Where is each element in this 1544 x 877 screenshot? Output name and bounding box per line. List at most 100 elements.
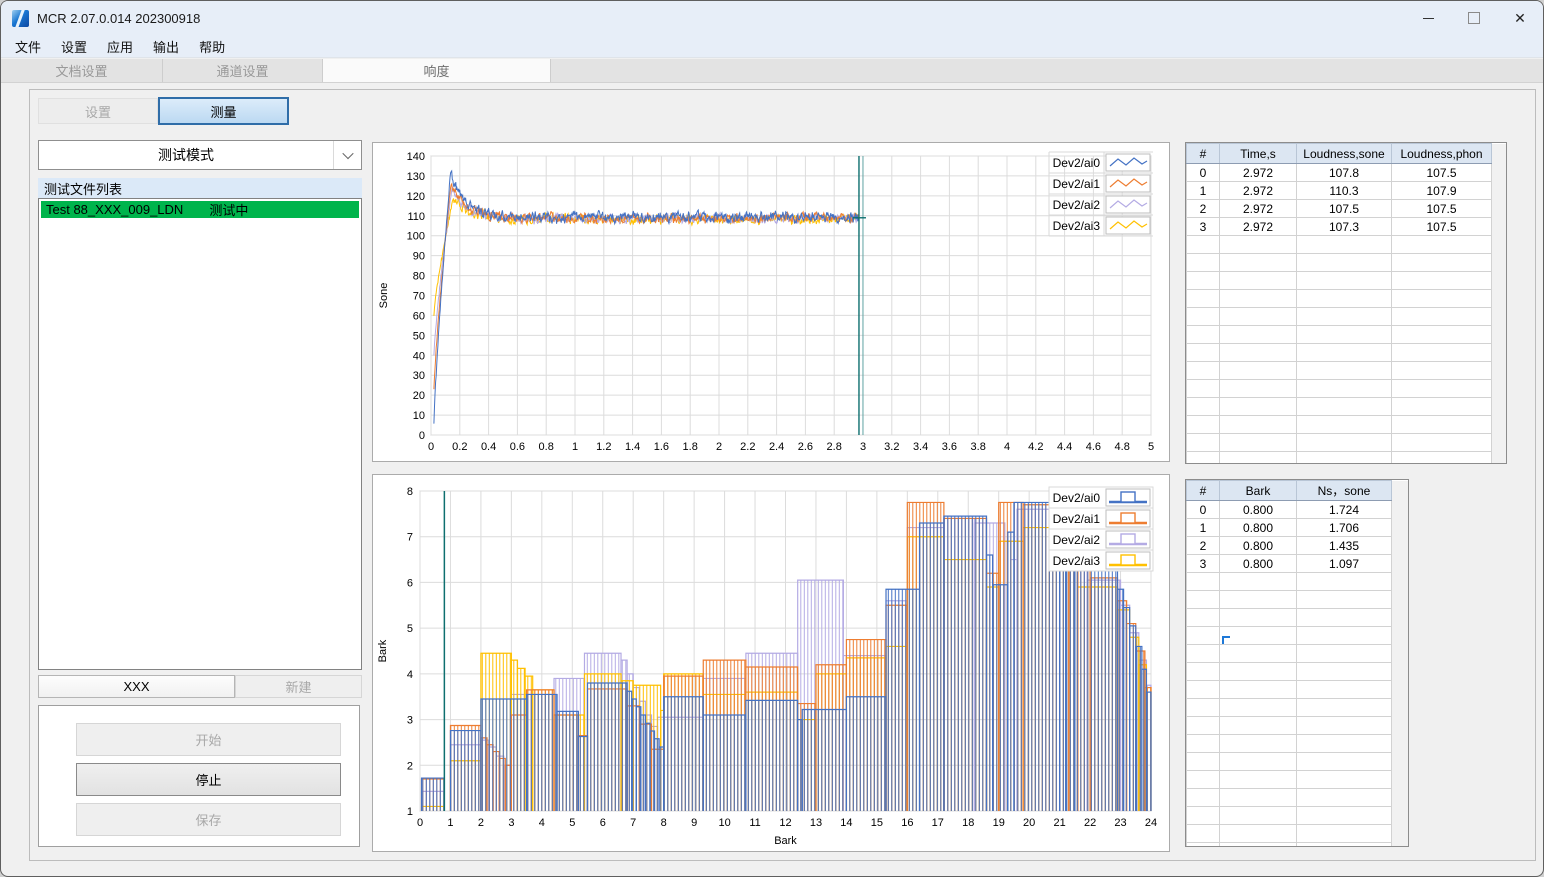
table-row[interactable]: 3 0.800 1.097: [1186, 554, 1408, 573]
stop-button[interactable]: 停止: [76, 763, 341, 796]
y-tick-label: 6: [407, 577, 413, 589]
loudness-table[interactable]: # Time,s Loudness,sone Loudness,phon 0 2.972 1…: [1185, 142, 1507, 464]
menu-item-4[interactable]: 帮助: [189, 35, 235, 57]
x-tick-label: 4.6: [1086, 441, 1101, 453]
table-cell: 107.5: [1391, 199, 1492, 218]
table-row[interactable]: 1 2.972 110.3 107.9: [1186, 181, 1506, 200]
table-row[interactable]: 0 2.972 107.8 107.5: [1186, 163, 1506, 182]
x-tick-label: 6: [600, 817, 606, 829]
column-header[interactable]: Loudness,sone: [1296, 143, 1392, 164]
table-row-empty: [1186, 806, 1408, 825]
x-tick-label: 3: [860, 441, 866, 453]
tab-1[interactable]: 通道设置: [163, 59, 323, 82]
table-row-empty: [1186, 734, 1408, 753]
test-file-listbox[interactable]: Test 88_XXX_009_LDN 测试中: [38, 198, 362, 670]
start-button[interactable]: 开始: [76, 723, 341, 756]
file-list-header: 测试文件列表: [38, 178, 362, 198]
legend-label: Dev2/ai0: [1053, 156, 1101, 170]
table-cell: 0.800: [1219, 554, 1297, 573]
x-tick-label: 5: [569, 817, 575, 829]
x-tick-label: 16: [901, 817, 913, 829]
column-header[interactable]: #: [1186, 480, 1220, 501]
x-tick-label: 2: [716, 441, 722, 453]
subtab-settings-button[interactable]: 设置: [38, 98, 158, 124]
table-cell: 1.724: [1296, 500, 1392, 519]
close-button[interactable]: ✕: [1497, 1, 1543, 35]
x-tick-label: 4.4: [1057, 441, 1072, 453]
table-row-empty: [1186, 289, 1506, 308]
y-tick-label: 100: [407, 231, 425, 243]
x-tick-label: 4: [539, 817, 545, 829]
table-cell: 2.972: [1219, 163, 1297, 182]
column-header[interactable]: Loudness,phon: [1391, 143, 1492, 164]
x-tick-label: 19: [993, 817, 1005, 829]
list-item[interactable]: Test 88_XXX_009_LDN 测试中: [41, 201, 359, 218]
x-tick-label: 3.2: [884, 441, 899, 453]
table-row[interactable]: 2 0.800 1.435: [1186, 536, 1408, 555]
window-controls: ✕: [1405, 1, 1543, 35]
y-tick-label: 10: [413, 410, 425, 422]
menu-item-2[interactable]: 应用: [97, 35, 143, 57]
column-header[interactable]: Time,s: [1219, 143, 1297, 164]
minimize-button[interactable]: [1405, 1, 1451, 35]
x-tick-label: 2.2: [740, 441, 755, 453]
test-file-status: 测试中: [209, 203, 249, 218]
table-row-empty: [1186, 397, 1506, 416]
window-title: MCR 2.07.0.014 202300918: [37, 10, 201, 26]
y-tick-label: 60: [413, 310, 425, 322]
x-tick-label: 1: [447, 817, 453, 829]
y-tick-label: 140: [407, 151, 425, 163]
table-row-empty: [1186, 770, 1408, 789]
table-row-empty: [1186, 644, 1408, 663]
table-cell: 1.097: [1296, 554, 1392, 573]
table-row[interactable]: 2 2.972 107.5 107.5: [1186, 199, 1506, 218]
y-tick-label: 80: [413, 271, 425, 283]
table-row-empty: [1186, 415, 1506, 434]
x-tick-label: 1: [572, 441, 578, 453]
y-tick-label: 0: [419, 430, 425, 442]
table-row[interactable]: 3 2.972 107.3 107.5: [1186, 217, 1506, 236]
column-header[interactable]: Ns，sone: [1296, 480, 1392, 501]
table-row[interactable]: 0 0.800 1.724: [1186, 500, 1408, 519]
table-cell: 2.972: [1219, 199, 1297, 218]
tab-0[interactable]: 文档设置: [1, 59, 163, 82]
y-tick-label: 4: [407, 669, 413, 681]
x-tick-label: 21: [1054, 817, 1066, 829]
subtab-measure-button[interactable]: 测量: [158, 97, 289, 125]
menu-item-3[interactable]: 输出: [143, 35, 189, 57]
tab-2[interactable]: 响度: [323, 59, 551, 82]
bark-spectrum-chart-svg: 0 1 2 3 4 5 6 7 8 9 10 11 12 13 14 15 16 17 18 19 20 21 22 23 24…: [377, 486, 1157, 847]
menu-item-0[interactable]: 文件: [5, 35, 51, 57]
new-button[interactable]: 新建: [235, 675, 362, 698]
x-tick-label: 23: [1114, 817, 1126, 829]
test-mode-select[interactable]: 测试模式: [38, 140, 362, 170]
y-tick-label: 40: [413, 350, 425, 362]
table-cell: 107.3: [1296, 217, 1392, 236]
table-row-empty: [1186, 626, 1408, 645]
dropdown-arrow-button[interactable]: [333, 141, 361, 169]
y-tick-label: 7: [407, 532, 413, 544]
x-tick-label: 0: [428, 441, 434, 453]
column-header[interactable]: #: [1186, 143, 1220, 164]
table-row-empty: [1186, 590, 1408, 609]
y-tick-label: 1: [407, 806, 413, 818]
main-panel: 设置 测量 测试模式 测试文件列表 Test 88_XXX_009_LDN 测试…: [29, 89, 1536, 861]
save-button[interactable]: 保存: [76, 803, 341, 836]
table-row-empty: [1186, 752, 1408, 771]
x-tick-label: 3.8: [971, 441, 986, 453]
maximize-button[interactable]: [1451, 1, 1497, 35]
x-tick-label: 4.8: [1115, 441, 1130, 453]
table-cell: 0.800: [1219, 518, 1297, 537]
column-header[interactable]: Bark: [1219, 480, 1297, 501]
xxx-button[interactable]: XXX: [38, 675, 235, 698]
table-row[interactable]: 1 0.800 1.706: [1186, 518, 1408, 537]
bark-table[interactable]: # Bark Ns，sone 0 0.800 1.724 1 0.800 1.706 2 0.800…: [1185, 479, 1409, 847]
x-axis-label: s: [788, 458, 794, 461]
chevron-down-icon: [341, 147, 354, 160]
y-axis-label: Bark: [377, 639, 389, 662]
x-tick-label: 1.4: [625, 441, 640, 453]
x-tick-label: 12: [779, 817, 791, 829]
close-icon: ✕: [1514, 10, 1526, 26]
menu-item-1[interactable]: 设置: [51, 35, 97, 57]
legend-label: Dev2/ai2: [1053, 533, 1101, 547]
